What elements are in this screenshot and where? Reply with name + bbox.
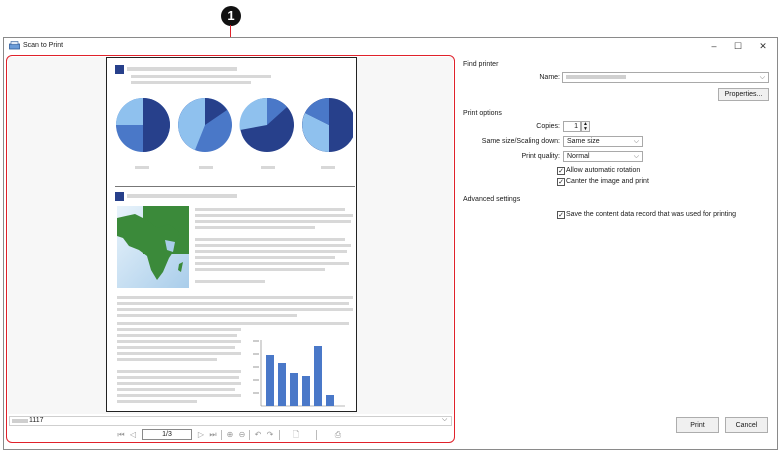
preview-highlight-frame [6,55,455,443]
copies-input[interactable]: 1 [563,121,581,132]
print-quality-select[interactable]: Normal ⌵ [563,151,643,162]
allow-rotation-label: Allow automatic rotation [566,167,641,174]
save-record-checkbox[interactable]: ✓ [557,211,565,219]
printer-name-label: Name: [539,74,560,81]
save-record-label: Save the content data record that was us… [566,211,737,218]
scaling-label: Same size/Scaling down: [481,138,560,145]
find-printer-section-label: Find printer [463,61,499,68]
print-quality-label: Print quality: [521,153,560,160]
window-title: Scan to Print [23,42,64,49]
title-bar [4,38,777,55]
printer-name-select[interactable]: ⌵ [562,72,769,83]
callout-marker: 1 [221,6,241,26]
chevron-down-icon: ⌵ [633,138,639,145]
close-button[interactable]: ✕ [752,38,774,55]
allow-rotation-checkbox[interactable]: ✓ [557,167,565,175]
chevron-down-icon: ⌵ [633,153,639,160]
cancel-button[interactable]: Cancel [725,417,768,433]
center-image-checkbox[interactable]: ✓ [557,178,565,186]
properties-button[interactable]: Properties... [718,88,769,101]
copies-stepper[interactable]: ▲ ▼ [581,121,590,132]
scanner-app-icon [9,41,20,50]
scaling-select[interactable]: Same size ⌵ [563,136,643,147]
copies-label: Copies: [536,123,560,130]
maximize-button[interactable]: ☐ [727,38,749,55]
center-image-label: Canter the image and print [566,178,649,185]
minimize-button[interactable]: – [703,38,725,55]
chevron-down-icon: ⌵ [759,74,765,81]
advanced-settings-section-label: Advanced settings [463,196,521,203]
print-button[interactable]: Print [676,417,719,433]
print-options-section-label: Print options [463,110,502,117]
